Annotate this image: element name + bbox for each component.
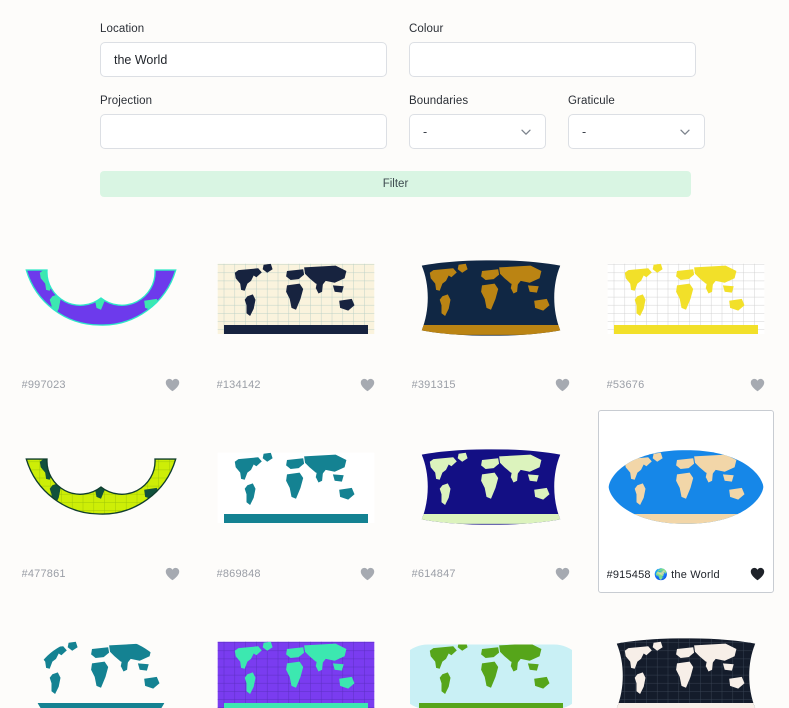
- map-thumbnail[interactable]: [605, 228, 767, 367]
- heart-icon[interactable]: [165, 378, 180, 392]
- map-card-footer: #997023: [20, 367, 182, 397]
- field-boundaries: Boundaries -: [409, 94, 546, 149]
- map-card-caption[interactable]: #869848: [217, 568, 261, 580]
- heart-icon[interactable]: [555, 378, 570, 392]
- gallery-page: Location the World Colour Projection Bou…: [0, 0, 789, 708]
- map-card-footer: #614847: [410, 556, 572, 586]
- map-thumbnail[interactable]: [20, 228, 182, 367]
- location-input[interactable]: the World: [100, 42, 387, 77]
- map-thumbnail[interactable]: [20, 606, 182, 708]
- form-gap: [0, 77, 789, 94]
- map-card-footer: #477861: [20, 556, 182, 586]
- field-location: Location the World: [100, 22, 387, 77]
- map-card-footer: #915458 🌍 the World: [605, 556, 767, 586]
- filter-form: Location the World Colour Projection Bou…: [0, 0, 789, 197]
- graticule-select[interactable]: -: [568, 114, 705, 149]
- form-row-1: Location the World Colour: [0, 22, 789, 77]
- heart-icon[interactable]: [165, 567, 180, 581]
- field-label-location: Location: [100, 23, 145, 35]
- field-label-graticule: Graticule: [568, 95, 615, 107]
- map-card[interactable]: #997023: [13, 221, 189, 404]
- map-thumbnail[interactable]: [410, 228, 572, 367]
- map-thumbnail[interactable]: [215, 228, 377, 367]
- heart-icon[interactable]: [360, 567, 375, 581]
- map-card[interactable]: #477861: [13, 410, 189, 593]
- heart-icon[interactable]: [750, 378, 765, 392]
- form-spacer: [387, 22, 409, 77]
- map-card-caption[interactable]: #915458 🌍 the World: [607, 568, 720, 581]
- field-colour: Colour: [409, 22, 696, 77]
- heart-icon[interactable]: [750, 567, 765, 581]
- field-label-projection: Projection: [100, 95, 153, 107]
- map-card-footer: #391315: [410, 367, 572, 397]
- map-card[interactable]: #134142: [208, 221, 384, 404]
- field-label-boundaries: Boundaries: [409, 95, 469, 107]
- graticule-select-value: -: [582, 124, 587, 139]
- map-card-caption[interactable]: #614847: [412, 568, 456, 580]
- map-thumbnail[interactable]: [605, 417, 767, 556]
- map-card-footer: #134142: [215, 367, 377, 397]
- boundaries-select[interactable]: -: [409, 114, 546, 149]
- form-spacer: [387, 94, 409, 149]
- map-card-caption[interactable]: #53676: [607, 379, 645, 391]
- map-card[interactable]: [13, 599, 189, 708]
- field-graticule: Graticule -: [568, 94, 705, 149]
- colour-input[interactable]: [409, 42, 696, 77]
- filter-button[interactable]: Filter: [100, 171, 691, 197]
- form-spacer: [546, 94, 568, 149]
- map-card-footer: #53676: [605, 367, 767, 397]
- map-thumbnail[interactable]: [215, 417, 377, 556]
- projection-input[interactable]: [100, 114, 387, 149]
- map-card[interactable]: #391315: [403, 221, 579, 404]
- map-card[interactable]: [598, 599, 774, 708]
- map-card[interactable]: [208, 599, 384, 708]
- field-projection: Projection: [100, 94, 387, 149]
- map-thumbnail[interactable]: [215, 606, 377, 708]
- map-card[interactable]: #53676: [598, 221, 774, 404]
- map-card[interactable]: #614847: [403, 410, 579, 593]
- chevron-down-icon: [679, 126, 691, 138]
- map-thumbnail[interactable]: [410, 417, 572, 556]
- chevron-down-icon: [520, 126, 532, 138]
- heart-icon[interactable]: [555, 567, 570, 581]
- map-card-caption[interactable]: #134142: [217, 379, 261, 391]
- map-thumbnail[interactable]: [409, 606, 572, 708]
- map-card-caption[interactable]: #391315: [412, 379, 456, 391]
- map-gallery-grid: #997023 #134142 #391315 #53676 #477861 #…: [0, 221, 789, 708]
- map-card-caption[interactable]: #997023: [22, 379, 66, 391]
- field-label-colour: Colour: [409, 23, 444, 35]
- boundaries-select-value: -: [423, 124, 428, 139]
- map-thumbnail[interactable]: [605, 606, 767, 708]
- map-card[interactable]: #915458 🌍 the World: [597, 410, 774, 593]
- heart-icon[interactable]: [360, 378, 375, 392]
- map-card-caption[interactable]: #477861: [22, 568, 66, 580]
- map-card-footer: #869848: [215, 556, 377, 586]
- map-card[interactable]: [403, 599, 579, 708]
- form-row-2: Projection Boundaries - Graticule -: [0, 94, 789, 149]
- map-thumbnail[interactable]: [20, 417, 182, 556]
- map-card[interactable]: #869848: [208, 410, 384, 593]
